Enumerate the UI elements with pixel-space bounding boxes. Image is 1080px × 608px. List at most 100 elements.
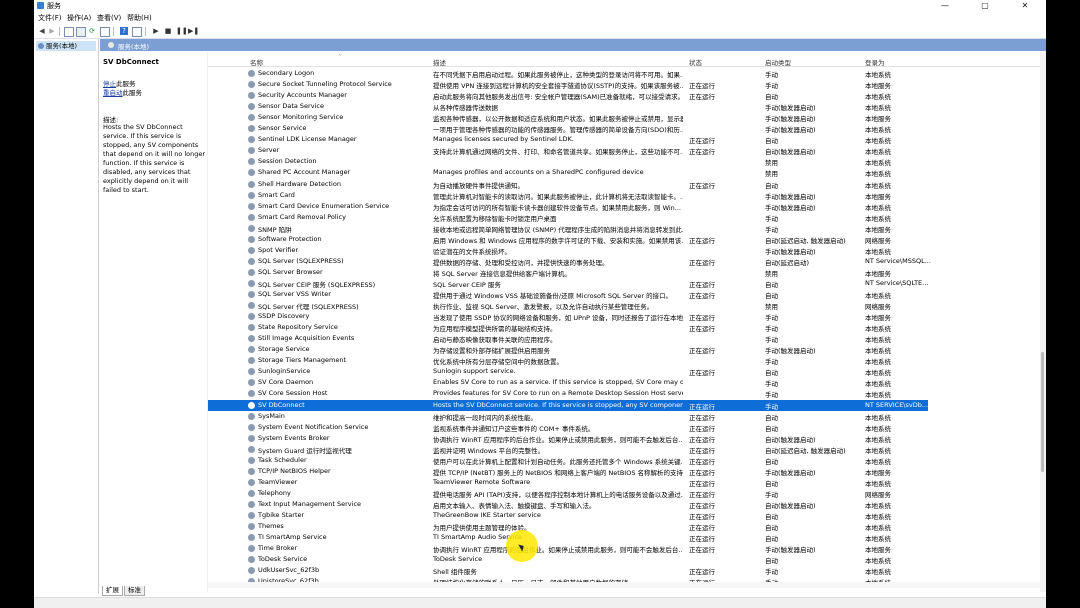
service-startup-type: 手动 — [765, 225, 778, 234]
service-description: 从各种传感器传送数据 — [433, 104, 498, 113]
column-header-desc[interactable]: 描述 — [433, 57, 446, 67]
console-tree-icon[interactable] — [64, 27, 74, 37]
gear-icon — [248, 412, 255, 420]
service-status: 正在运行 — [689, 280, 715, 289]
service-row[interactable]: System Events Broker 协调执行 WinRT 应用程序的后台作业… — [208, 433, 928, 444]
service-row[interactable]: Themes 为用户提供使用主题管理的体验。 正在运行 自动 本地系统 — [208, 521, 928, 532]
maximize-button[interactable]: ▢ — [970, 0, 1000, 11]
service-row[interactable]: Secure Socket Tunneling Protocol Service… — [208, 79, 928, 90]
close-button[interactable]: ✕ — [1010, 0, 1040, 11]
menu-action[interactable]: 操作(A) — [67, 13, 91, 23]
service-row[interactable]: Sensor Monitoring Service 监视各种传感器，以公开数据和适… — [208, 112, 928, 123]
service-row[interactable]: Spot Verifier 验证潜在的文件系统损坏。 手动(触发器启动) 本地系统 — [208, 245, 928, 256]
service-status: 正在运行 — [689, 446, 715, 455]
service-row[interactable]: SQL Server Browser 将 SQL Server 连接信息提供给客户… — [208, 267, 928, 278]
help-icon[interactable]: ? — [120, 27, 128, 35]
service-logon-as: 本地服务 — [865, 269, 891, 278]
service-row[interactable]: Server 支持此计算机通过网络的文件、打印、和命名管道共享。如果服务停止，这些… — [208, 145, 928, 156]
service-row[interactable]: System Guard 运行时监视代理 监视并证明 Windows 平台的完整性… — [208, 444, 928, 455]
service-startup-type: 手动 — [765, 391, 778, 400]
service-row[interactable]: TCP/IP NetBIOS Helper 提供 TCP/IP (NetBT) 服… — [208, 466, 928, 477]
service-status: 正在运行 — [689, 468, 715, 477]
service-name: Spot Verifier — [258, 245, 299, 254]
service-description: 监视系统事件并通知订户这些事件的 COM+ 事件系统。 — [433, 424, 595, 433]
column-header-logon[interactable]: 登录为 — [865, 57, 885, 67]
service-row[interactable]: Task Scheduler 使用户可以在此计算机上配置和计划自动任务。此服务还托… — [208, 455, 928, 466]
service-row[interactable]: Time Broker 协调执行 WinRT 应用程序的后台作业。如果停止或禁用此… — [208, 543, 928, 554]
play-icon[interactable]: ▶ — [152, 27, 160, 35]
service-row[interactable]: SV Core Daemon Enables SV Core to run as … — [208, 377, 928, 388]
service-row[interactable]: Smart Card 管理此计算机对智能卡的读取访问。如果此服务被停止，此计算机将… — [208, 190, 928, 201]
service-row[interactable]: Software Protection 启用 Windows 和 Windows … — [208, 234, 928, 245]
service-row[interactable]: SQL Server (SQLEXPRESS) 提供数据的存储、处理和受控访问，并… — [208, 256, 931, 267]
service-row[interactable]: SysMain 维护和提高一段时间内的系统性能。 正在运行 自动 本地系统 — [208, 411, 928, 422]
service-row[interactable]: SV DbConnect Hosts the SV DbConnect servi… — [208, 399, 928, 411]
service-startup-type: 手动 — [765, 325, 778, 334]
tab-standard[interactable]: 标准 — [124, 586, 145, 596]
service-row[interactable]: SV Core Session Host Provides features fo… — [208, 388, 928, 399]
service-row[interactable]: System Event Notification Service 监视系统事件并… — [208, 422, 928, 433]
gear-icon — [248, 512, 255, 519]
service-row[interactable]: TeamViewer TeamViewer Remote Software 正在运行… — [208, 477, 928, 488]
service-row[interactable]: Shell Hardware Detection 为自动播放硬件事件提供通知。 正在… — [208, 179, 928, 190]
menu-help[interactable]: 帮助(H) — [127, 13, 152, 23]
back-icon[interactable]: ◀ — [38, 27, 46, 35]
column-header-name[interactable]: 名称 — [250, 57, 263, 67]
menu-file[interactable]: 文件(F) — [38, 13, 62, 23]
service-row[interactable]: SQL Server 代理 (SQLEXPRESS) 执行作业、监视 SQL Se… — [208, 300, 928, 311]
service-row[interactable]: Telephony 提供电话服务 API (TAPI)支持，以便各程序控制本地计算… — [208, 488, 928, 499]
service-status: 正在运行 — [689, 258, 715, 267]
service-row[interactable]: ToDesk Service ToDesk Service 自动 本地系统 — [208, 554, 928, 565]
service-row[interactable]: SNMP 陷阱 接收本地或远程简单网络管理协议 (SNMP) 代理程序生成的陷阱消… — [208, 223, 928, 234]
restart-service-link[interactable]: 重启动此服务 — [103, 87, 142, 97]
service-row[interactable]: Sensor Data Service 从各种传感器传送数据 手动(触发器启动) 本地… — [208, 101, 928, 112]
properties-icon[interactable] — [76, 27, 86, 37]
service-row[interactable]: Tgbike Starter TheGreenBow IKE Starter se… — [208, 510, 928, 521]
tree-item-services-local[interactable]: 服务(本地) — [36, 41, 96, 51]
service-description: 执行作业、监视 SQL Server、激发警报，以及允许自动执行某些管理任务。 — [433, 303, 654, 312]
tab-extended[interactable]: 扩展 — [102, 586, 123, 596]
column-header-startup[interactable]: 启动类型 — [765, 57, 791, 67]
service-row[interactable]: SunloginService Sunlogin support service.… — [208, 366, 928, 377]
service-row[interactable]: Sentinel LDK License Manager Manages lice… — [208, 134, 928, 145]
service-row[interactable]: Still Image Acquisition Events 启动与静态映像获取事… — [208, 333, 928, 344]
service-logon-as: 本地系统 — [865, 325, 891, 334]
service-row[interactable]: State Repository Service 为应用程序模型提供所需的基础结构… — [208, 322, 928, 333]
service-row[interactable]: TI SmartAmp Service TI SmartAmp Audio Ser… — [208, 532, 928, 543]
service-logon-as: 本地系统 — [865, 214, 891, 223]
service-row[interactable]: Storage Tiers Management 优化系统中所有分层存储空间中的数… — [208, 355, 928, 366]
scrollbar-thumb[interactable] — [1041, 352, 1044, 472]
service-row[interactable]: Storage Service 为存储设置和外部存储扩展提供启用服务 正在运行 手动(… — [208, 344, 928, 355]
service-row[interactable]: Sensor Service 一项用于管理各种传感器的功能的传感器服务。管理传感器… — [208, 123, 928, 134]
menu-view[interactable]: 查看(V) — [97, 13, 121, 23]
service-row[interactable]: Shared PC Account Manager Manages profile… — [208, 167, 928, 178]
service-row[interactable]: Text Input Management Service 启用文本输入、表情输入… — [208, 499, 928, 510]
service-row[interactable]: Secondary Logon 在不同凭据下启用启动过程。如果此服务被停止，这种类… — [208, 68, 928, 79]
gear-icon — [38, 43, 44, 49]
view-icon[interactable] — [132, 27, 142, 37]
service-description: 支持此计算机通过网络的文件、打印、和命名管道共享。如果服务停止，这些功能不可..… — [433, 148, 683, 157]
column-header-status[interactable]: 状态 — [689, 57, 702, 67]
stop-icon[interactable]: ■ — [164, 27, 172, 35]
service-row[interactable]: SQL Server CEIP 服务 (SQLEXPRESS) SQL Serve… — [208, 278, 928, 289]
service-description: Provides features for SV Core to run on … — [433, 389, 683, 398]
service-name: SV DbConnect — [258, 400, 305, 409]
service-row[interactable]: Smart Card Removal Policy 允许系统配置为移除智能卡时锁定… — [208, 212, 928, 223]
service-row[interactable]: SSDP Discovery 当发现了使用 SSDP 协议的网络设备和服务，如 U… — [208, 311, 928, 322]
restart-icon[interactable]: ▶❚ — [188, 27, 199, 35]
refresh-icon[interactable]: ⟳ — [88, 27, 96, 35]
service-row[interactable]: Smart Card Device Enumeration Service 为指定… — [208, 201, 928, 212]
service-description: 为用户提供使用主题管理的体验。 — [433, 524, 531, 533]
pause-icon[interactable]: ❚❚ — [176, 27, 188, 35]
service-row[interactable]: Session Detection 禁用 本地系统 — [208, 156, 928, 167]
service-row[interactable]: UdkUserSvc_62f3b Shell 组件服务 正在运行 手动 本地系统 — [208, 565, 928, 576]
vertical-scrollbar[interactable] — [1040, 52, 1046, 592]
service-logon-as: 本地系统 — [865, 513, 891, 521]
gear-icon — [248, 324, 255, 332]
forward-icon[interactable]: ▶ — [48, 27, 56, 35]
service-row[interactable]: Security Accounts Manager 启动此服务将向其他服务发出信号… — [208, 90, 928, 101]
service-row[interactable]: SQL Server VSS Writer 提供用于通过 Windows VSS … — [208, 289, 928, 300]
gear-icon — [248, 81, 255, 89]
export-icon[interactable] — [100, 27, 110, 37]
minimize-button[interactable]: — — [930, 0, 960, 11]
